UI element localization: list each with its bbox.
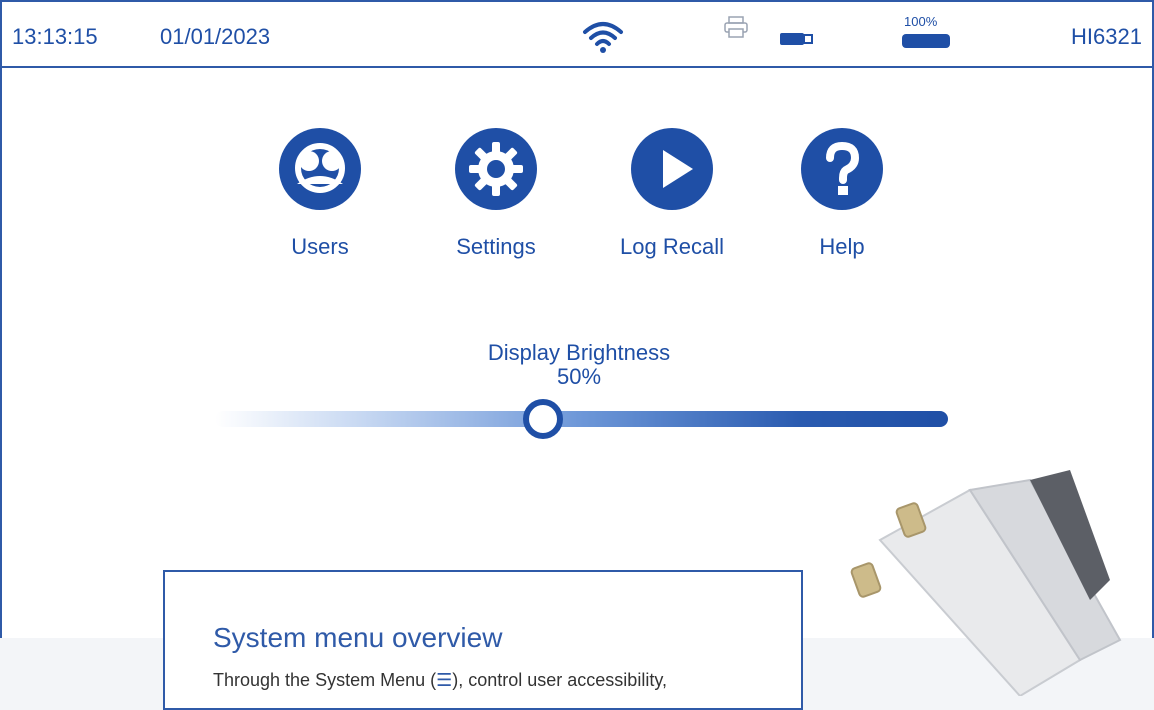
brightness-value: 50% xyxy=(556,364,602,389)
printer-icon xyxy=(724,16,748,38)
gear-icon xyxy=(455,128,537,210)
wifi-icon xyxy=(583,22,623,53)
clock-date: 01/01/2023 xyxy=(160,24,271,49)
menu-item-users[interactable]: Users xyxy=(250,128,390,260)
battery-percent: 100% xyxy=(904,14,938,29)
help-icon xyxy=(801,128,883,210)
info-card-heading: System menu overview xyxy=(213,622,503,653)
menu-icon: ☰ xyxy=(436,670,453,690)
menu-label-settings: Settings xyxy=(456,234,536,259)
info-card: System menu overview Through the System … xyxy=(163,570,803,710)
menu-item-log-recall[interactable]: Log Recall xyxy=(602,128,742,260)
menu-item-settings[interactable]: Settings xyxy=(426,128,566,260)
play-icon xyxy=(631,128,713,210)
info-card-body: Through the System Menu (☰), control use… xyxy=(213,670,667,691)
device-model: HI6321 xyxy=(1071,24,1142,49)
brightness-slider-knob[interactable] xyxy=(523,399,563,439)
menu-label-help: Help xyxy=(819,234,865,259)
clock-time: 13:13:15 xyxy=(12,24,98,49)
status-bar: 13:13:15 01/01/2023 100% HI6321 xyxy=(2,2,1152,68)
info-card-body-prefix: Through the System Menu ( xyxy=(213,670,437,690)
menu-label-users: Users xyxy=(291,234,349,259)
brightness-slider[interactable] xyxy=(215,411,948,427)
brightness-title: Display Brightness xyxy=(487,340,671,365)
menu-label-log-recall: Log Recall xyxy=(620,234,724,259)
usb-icon xyxy=(780,33,813,45)
device-stand-image xyxy=(850,470,1122,696)
battery-icon xyxy=(902,34,950,48)
users-icon xyxy=(279,128,361,210)
info-card-body-suffix: ), control user accessibility, xyxy=(452,670,667,690)
menu-item-help[interactable]: Help xyxy=(772,128,912,260)
